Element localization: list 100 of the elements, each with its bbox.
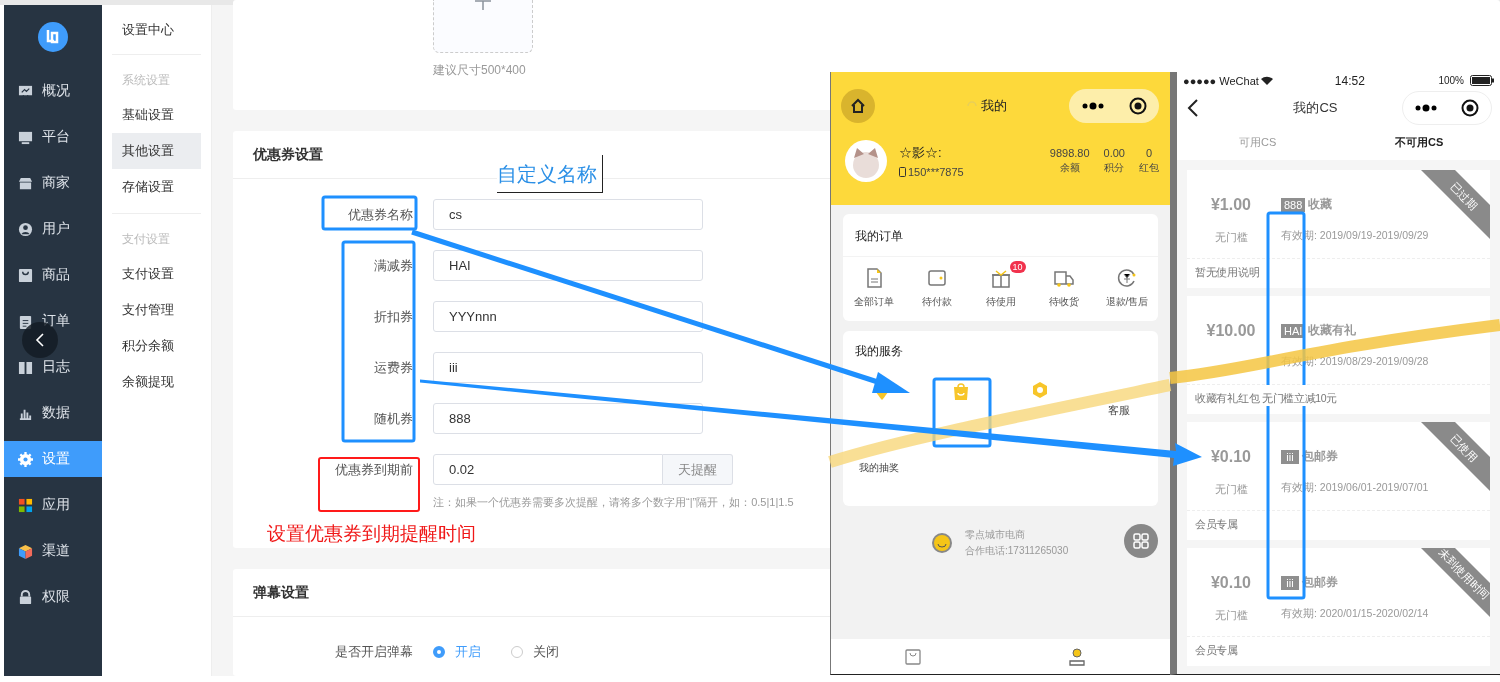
phone-icon: [899, 167, 906, 177]
target-icon: [1461, 99, 1479, 118]
input-field[interactable]: 888: [433, 403, 703, 434]
subnav-item[interactable]: 存储设置: [112, 169, 201, 205]
monitor-icon: [18, 129, 33, 145]
stat-label: 余额: [1059, 161, 1080, 175]
sidebar-item[interactable]: 日志: [4, 344, 102, 390]
bag-icon[interactable]: [904, 648, 921, 665]
avatar: [845, 140, 887, 182]
lock-icon: [18, 589, 33, 605]
sidebar-item[interactable]: 渠道: [4, 528, 102, 574]
field-label: 满减券: [374, 257, 413, 273]
coupon-tag: HAI: [1281, 323, 1306, 338]
company-name: 零点城市电商: [965, 528, 1026, 542]
bag-icon: [18, 267, 33, 283]
sidebar-item[interactable]: 数据: [4, 390, 102, 436]
wifi-icon: [1260, 75, 1273, 86]
sidebar-item[interactable]: 用户: [4, 206, 102, 252]
apps-icon: [18, 497, 33, 513]
back-icon[interactable]: [1187, 99, 1199, 118]
field-label: 是否开启弹幕: [335, 644, 413, 659]
sidebar-item[interactable]: 订单: [4, 298, 102, 344]
contact-phone: 合作电话:17311265030: [965, 544, 1069, 558]
field-label: 随机券: [374, 410, 413, 426]
stat-value: 0: [1145, 147, 1153, 159]
user-icon: [18, 221, 33, 237]
count-badge: 10: [1009, 261, 1026, 273]
coupon-name: 收藏: [1308, 196, 1333, 213]
capsule-menu[interactable]: [1402, 91, 1492, 126]
coupon-amount: ¥0.10: [1210, 448, 1251, 466]
coupon-tag: 888: [1281, 197, 1306, 212]
order-shortcut[interactable]: 10 待使用: [969, 261, 1032, 309]
sidebar-item[interactable]: 概况: [4, 68, 102, 114]
card-title: 我的服务: [854, 343, 904, 360]
input-field[interactable]: cs: [433, 199, 703, 230]
subnav-title: 设置中心: [112, 5, 201, 55]
sidebar-item[interactable]: 应用: [4, 482, 102, 528]
sidebar-item[interactable]: 平台: [4, 114, 102, 160]
annotation-text: 设置优惠券到期提醒时间: [267, 522, 476, 546]
order-shortcut[interactable]: 待付款: [906, 261, 969, 309]
input-suffix: 天提醒: [663, 454, 733, 485]
annotation-label: 自定义名称: [497, 155, 603, 193]
user-name: ☆影☆:: [899, 144, 943, 162]
subnav-item[interactable]: 积分余额: [112, 328, 201, 364]
order-shortcut[interactable]: 全部订单: [843, 261, 905, 309]
radio-option[interactable]: 关闭: [511, 643, 559, 661]
input-field[interactable]: YYYnnn: [433, 301, 703, 332]
stat-label: 红包: [1139, 161, 1159, 175]
home-icon: [850, 98, 866, 114]
chart-board-icon: [18, 83, 33, 99]
service-item[interactable]: 客服: [1107, 403, 1130, 418]
smiley-icon: [931, 532, 953, 554]
settings-icon: [18, 451, 33, 467]
sidebar-item[interactable]: 权限: [4, 574, 102, 620]
user-icon[interactable]: [1068, 647, 1087, 666]
refund-icon: [1116, 267, 1138, 289]
field-note: 注：如果一个优惠券需要多次提醒，请将多个数字用“|”隔开，如：0.5|1|1.5: [433, 495, 794, 510]
target-icon: [1128, 97, 1147, 115]
clipboard-icon: [18, 313, 33, 329]
coupon-amount: ¥1.00: [1210, 196, 1251, 214]
service-item[interactable]: 我的抽奖: [843, 431, 1158, 475]
store-icon: [18, 175, 33, 191]
sidebar-item[interactable]: 商品: [4, 252, 102, 298]
cube-icon: [18, 543, 33, 559]
grid-icon: [1133, 533, 1149, 549]
more-icon: [1081, 102, 1104, 110]
field-label: 优惠券名称: [348, 206, 413, 222]
coupon-threshold: 无门槛: [1214, 482, 1248, 497]
input-field[interactable]: 0.02: [433, 454, 663, 485]
hexagon-icon: [1030, 381, 1049, 399]
book-icon: [18, 359, 33, 375]
stat-value: 9898.80: [1049, 147, 1090, 159]
home-button[interactable]: [841, 89, 875, 123]
coupon-amount: ¥10.00: [1206, 322, 1256, 340]
gift-icon: [989, 267, 1012, 289]
coupon-amount: ¥0.10: [1210, 574, 1251, 592]
subnav-item[interactable]: 支付管理: [112, 292, 201, 328]
logo-icon: [38, 22, 68, 52]
subnav-item[interactable]: 其他设置: [112, 133, 201, 169]
order-shortcut[interactable]: 待收货: [1032, 261, 1095, 309]
section-header: 支付设置: [121, 231, 171, 248]
status-time: 14:52: [1334, 73, 1365, 88]
order-shortcut[interactable]: 退款/售后: [1096, 261, 1158, 309]
capsule-menu[interactable]: [1069, 89, 1159, 123]
field-label: 运费券: [374, 359, 413, 375]
highlight-frame: [932, 377, 992, 448]
subnav-item[interactable]: 余额提现: [112, 364, 201, 400]
input-field[interactable]: HAI: [433, 250, 703, 281]
floating-button[interactable]: [1124, 524, 1158, 558]
stat-label: 积分: [1104, 161, 1125, 175]
page-title: 我的: [981, 97, 1007, 115]
section-header: 系统设置: [121, 72, 171, 89]
subnav-item[interactable]: 基础设置: [112, 97, 201, 133]
coupon-tag: iii: [1281, 449, 1299, 464]
field-label: 折扣券: [374, 308, 413, 324]
input-field[interactable]: iii: [433, 352, 703, 383]
coupon-name: 收藏有礼: [1308, 322, 1357, 339]
subnav-item[interactable]: 支付设置: [112, 256, 201, 292]
wallet-icon: [926, 267, 949, 289]
sidebar-item[interactable]: 商家: [4, 160, 102, 206]
